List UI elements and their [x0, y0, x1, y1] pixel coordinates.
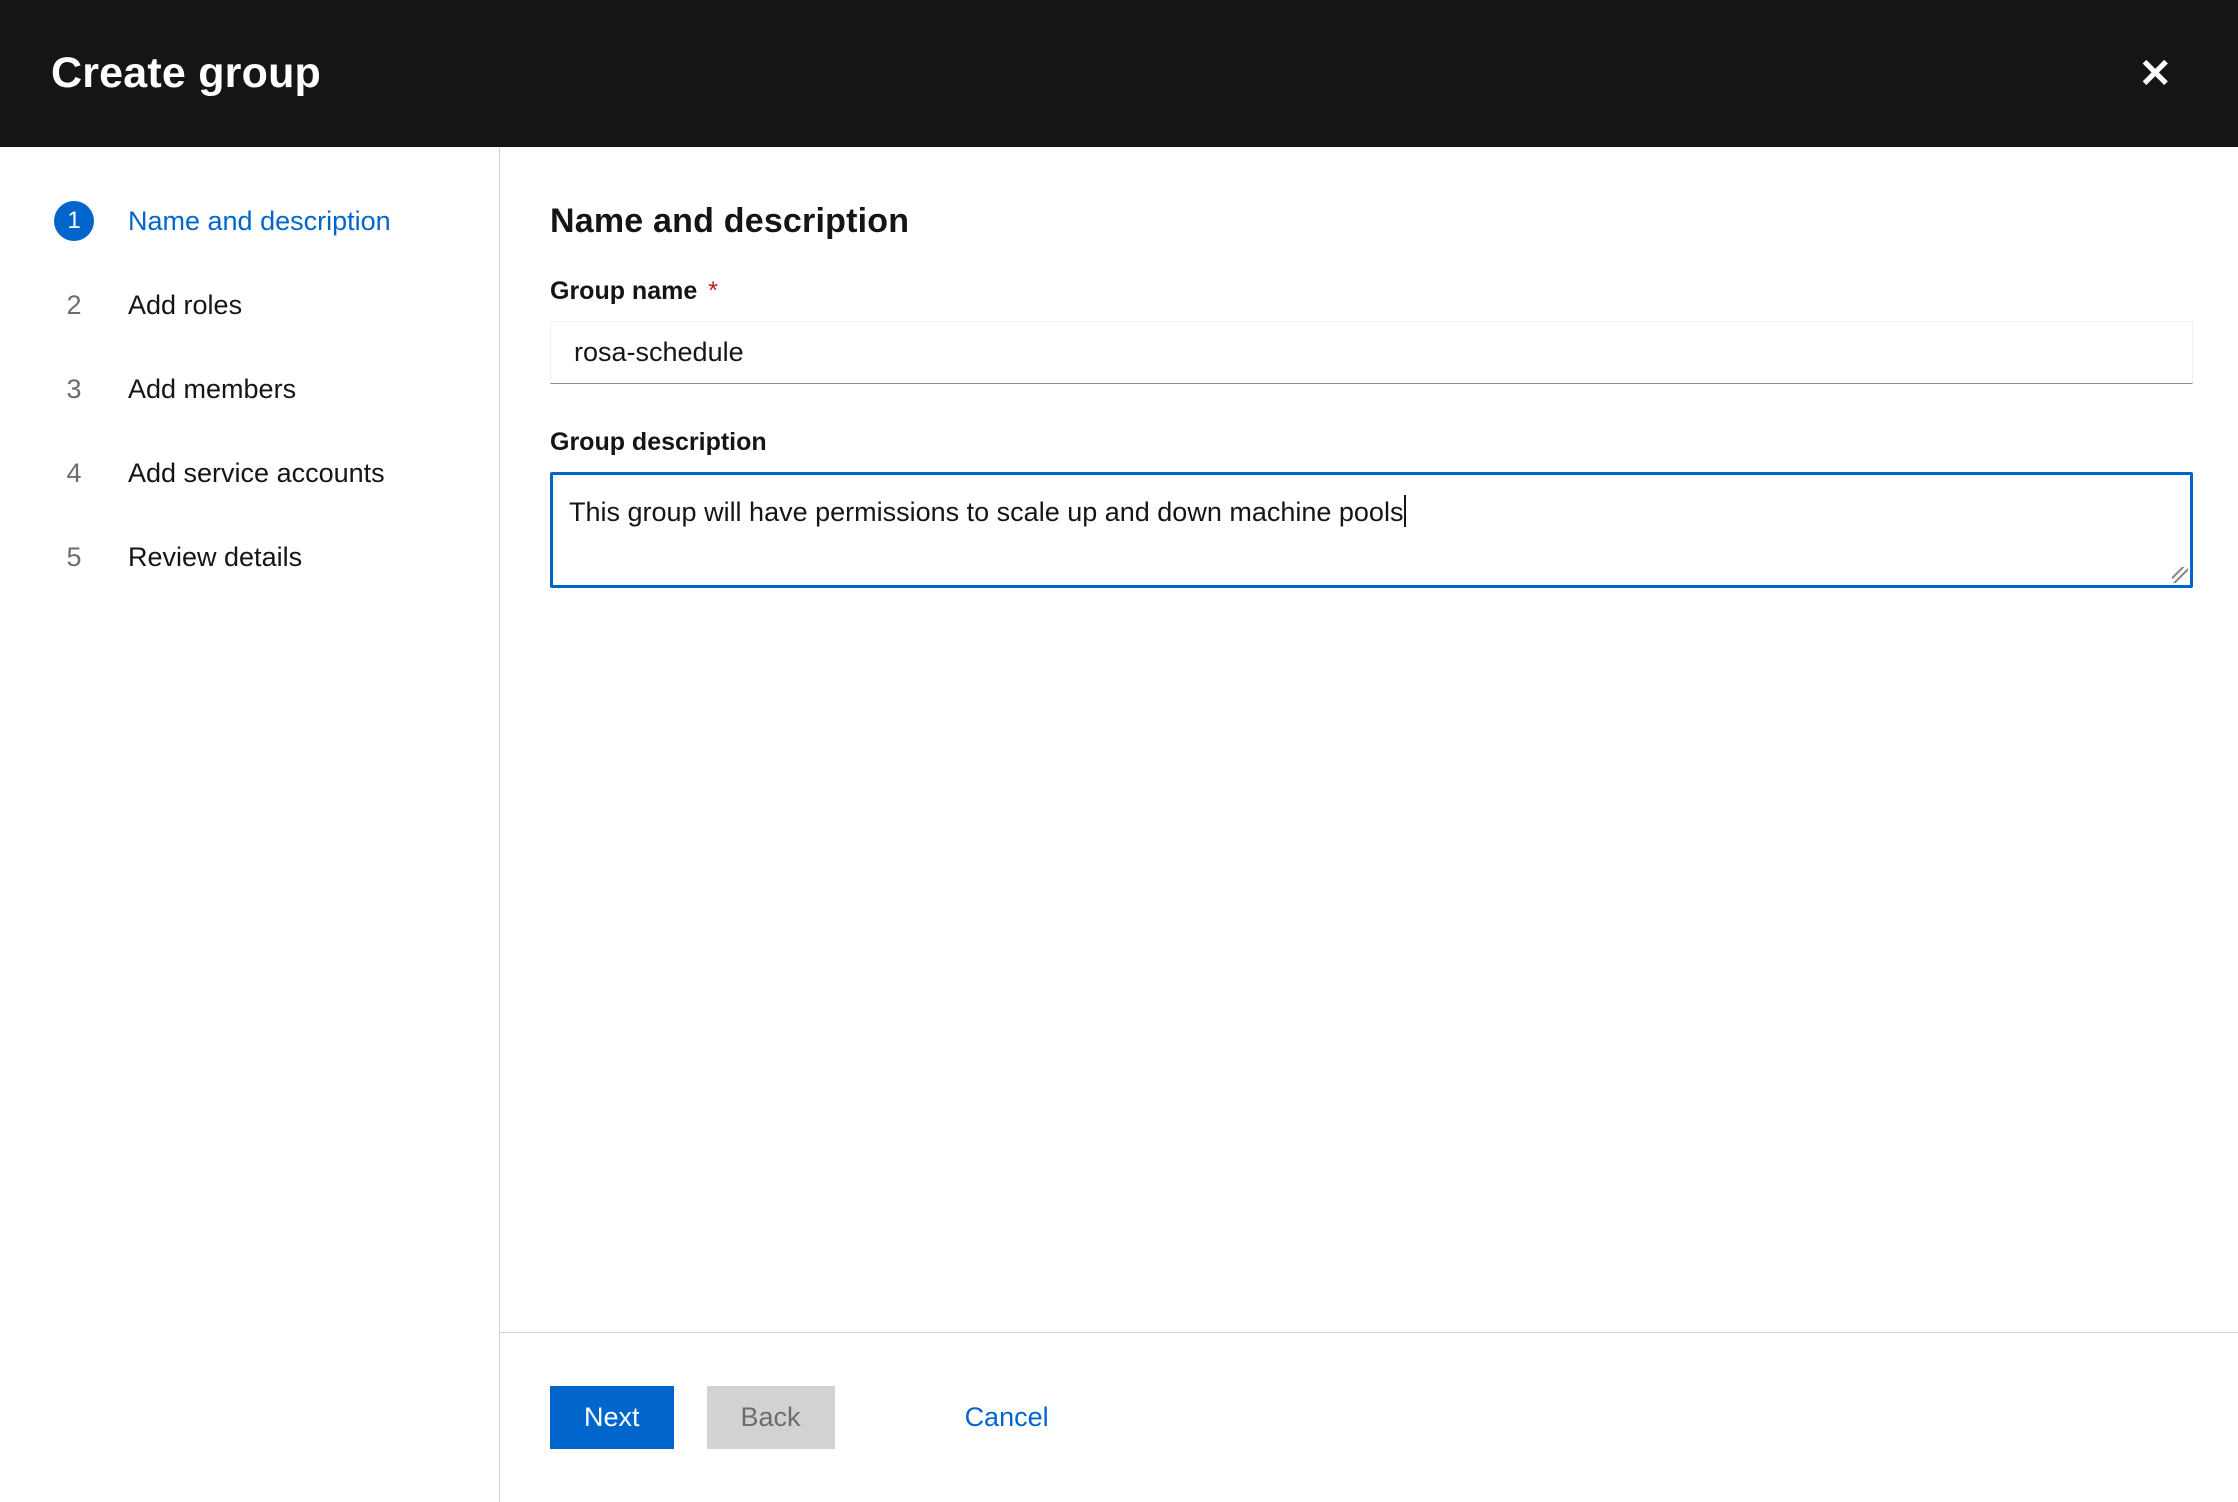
step-label: Add members — [128, 374, 296, 405]
next-button[interactable]: Next — [550, 1386, 674, 1449]
group-name-label: Group name — [550, 277, 697, 306]
wizard-step-add-roles[interactable]: 2 Add roles — [0, 263, 499, 347]
step-number-badge: 3 — [54, 369, 94, 409]
wizard-step-name-and-description[interactable]: 1 Name and description — [0, 179, 499, 263]
wizard-footer: Next Back Cancel — [500, 1332, 2238, 1502]
wizard-step-add-members[interactable]: 3 Add members — [0, 347, 499, 431]
step-label: Add roles — [128, 290, 242, 321]
resize-handle-icon[interactable] — [2172, 567, 2188, 583]
step-label: Review details — [128, 542, 302, 573]
cancel-button[interactable]: Cancel — [965, 1386, 1049, 1449]
step-number-badge: 5 — [54, 537, 94, 577]
step-number-badge: 1 — [54, 201, 94, 241]
group-description-text: This group will have permissions to scal… — [569, 497, 1403, 527]
wizard-step-review-details[interactable]: 5 Review details — [0, 515, 499, 599]
modal-header: Create group ✕ — [0, 0, 2238, 147]
group-description-label-row: Group description — [550, 428, 2193, 457]
group-description-label: Group description — [550, 428, 767, 457]
wizard-body: 1 Name and description 2 Add roles 3 Add… — [0, 147, 2238, 1502]
back-button[interactable]: Back — [707, 1386, 835, 1449]
text-cursor — [1404, 495, 1406, 527]
group-description-textarea[interactable]: This group will have permissions to scal… — [550, 472, 2193, 588]
group-name-label-row: Group name * — [550, 277, 2193, 306]
required-indicator: * — [708, 277, 718, 306]
group-name-input[interactable] — [550, 321, 2193, 384]
wizard-step-add-service-accounts[interactable]: 4 Add service accounts — [0, 431, 499, 515]
step-number-badge: 2 — [54, 285, 94, 325]
wizard-step-nav: 1 Name and description 2 Add roles 3 Add… — [0, 147, 500, 1502]
modal-title: Create group — [51, 49, 321, 98]
wizard-main-content: Name and description Group name * Group … — [500, 147, 2238, 1502]
step-label: Name and description — [128, 206, 391, 237]
step-label: Add service accounts — [128, 458, 385, 489]
page-title: Name and description — [550, 202, 2193, 241]
close-icon[interactable]: ✕ — [2128, 44, 2182, 104]
step-number-badge: 4 — [54, 453, 94, 493]
